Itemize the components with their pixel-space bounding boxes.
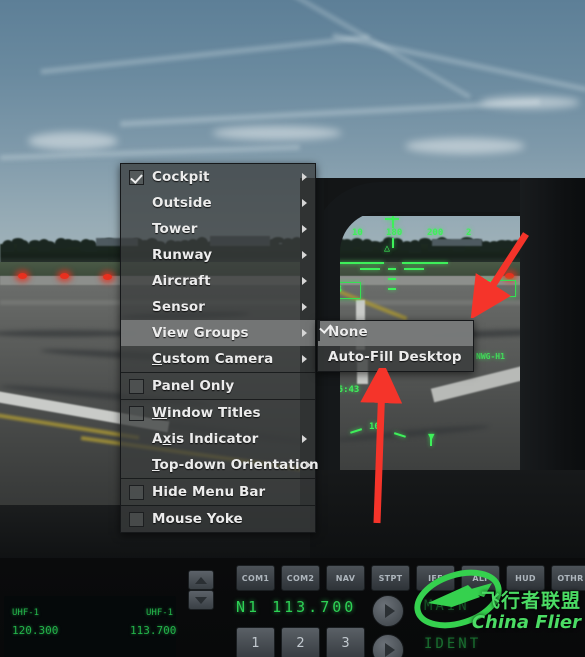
keypad-button-2[interactable]: 2 — [281, 627, 320, 657]
view-groups-submenu[interactable]: None Auto-Fill Desktop — [317, 320, 474, 372]
panel-button-com2[interactable]: COM2 — [281, 565, 320, 591]
menu-item-label: Sensor — [152, 299, 205, 315]
menu-item-label: Hide Menu Bar — [152, 484, 265, 500]
checkbox-icon[interactable] — [129, 379, 144, 394]
runway-light — [103, 274, 112, 280]
submenu-item-none[interactable]: None — [318, 321, 473, 346]
menu-item-aircraft[interactable]: Aircraft — [121, 268, 315, 294]
submenu-chevron-icon — [302, 173, 307, 181]
keypad-button-1[interactable]: 1 — [236, 627, 275, 657]
submenu-item-auto-fill-desktop[interactable]: Auto-Fill Desktop — [318, 346, 473, 371]
menu-item-label: Panel Only — [152, 378, 234, 394]
submenu-item-label: None — [328, 324, 368, 340]
submenu-chevron-icon — [302, 277, 307, 285]
menu-item-mouse-yoke[interactable]: Mouse Yoke — [121, 506, 315, 532]
flight-sim-screenshot: 10 180 200 2 △ 38 48 11:26:43 10 NWG-H1 … — [0, 0, 585, 657]
menu-item-sensor[interactable]: Sensor — [121, 294, 315, 320]
glareshield — [300, 470, 585, 560]
watermark-chinese-text: 飞行者联盟 — [481, 586, 581, 613]
runway-light — [60, 273, 69, 279]
panel-button-com1[interactable]: COM1 — [236, 565, 275, 591]
scroll-up-button[interactable] — [188, 570, 214, 590]
submenu-chevron-icon — [302, 329, 307, 337]
menu-item-label: Mouse Yoke — [152, 511, 243, 527]
right-radio-label: UHF-1 — [146, 608, 173, 618]
right-radio-frequency: 113.700 — [130, 624, 176, 637]
submenu-chevron-icon — [302, 435, 307, 443]
radio-main-display: N1 113.700 — [236, 598, 356, 616]
menu-item-label: Aircraft — [152, 273, 211, 289]
left-radio-frequency: 120.300 — [12, 624, 58, 637]
menu-item-label: Runway — [152, 247, 212, 263]
checkbox-icon[interactable] — [129, 170, 144, 185]
menu-item-label: Window Titles — [152, 405, 261, 421]
left-radio-label: UHF-1 — [12, 608, 39, 618]
menu-item-custom-camera[interactable]: Custom Camera — [121, 346, 315, 372]
checkbox-icon[interactable] — [129, 485, 144, 500]
menu-item-axis-indicator[interactable]: Axis Indicator — [121, 426, 315, 452]
menu-item-label: Tower — [152, 221, 197, 237]
menu-item-label: View Groups — [152, 325, 249, 341]
menu-item-label: Custom Camera — [152, 351, 273, 367]
menu-item-window-titles[interactable]: Window Titles — [121, 400, 315, 426]
submenu-chevron-icon — [306, 461, 311, 469]
submenu-item-label: Auto-Fill Desktop — [328, 349, 462, 365]
submenu-chevron-icon — [302, 199, 307, 207]
panel-button-nav[interactable]: NAV — [326, 565, 365, 591]
menu-item-view-groups[interactable]: View Groups — [121, 320, 315, 346]
checkbox-icon[interactable] — [318, 320, 320, 341]
menu-item-label: Cockpit — [152, 169, 210, 185]
menu-item-hide-menu-bar[interactable]: Hide Menu Bar — [121, 479, 315, 505]
menu-item-outside[interactable]: Outside — [121, 190, 315, 216]
menu-item-top-down-orientation[interactable]: Top-down Orientation — [121, 452, 315, 478]
menu-item-tower[interactable]: Tower — [121, 216, 315, 242]
checkbox-icon[interactable] — [129, 406, 144, 421]
tree — [43, 241, 55, 248]
menu-item-cockpit[interactable]: Cockpit — [121, 164, 315, 190]
menu-item-panel-only[interactable]: Panel Only — [121, 373, 315, 399]
submenu-chevron-icon — [302, 355, 307, 363]
enter-button-upper[interactable] — [372, 595, 404, 627]
menu-item-label: Axis Indicator — [152, 431, 258, 447]
runway-light — [18, 273, 27, 279]
submenu-chevron-icon — [302, 303, 307, 311]
submenu-chevron-icon — [302, 251, 307, 259]
menu-item-runway[interactable]: Runway — [121, 242, 315, 268]
keypad-button-3[interactable]: 3 — [326, 627, 365, 657]
menu-item-label: Outside — [152, 195, 212, 211]
watermark-english-text: China Flier — [472, 612, 581, 633]
panel-button-stpt[interactable]: STPT — [371, 565, 410, 591]
view-menu[interactable]: Cockpit Outside Tower Runway Aircraft Sensor V… — [120, 163, 316, 533]
submenu-chevron-icon — [302, 225, 307, 233]
checkbox-icon[interactable] — [129, 512, 144, 527]
radio-sub-display: IDENT — [424, 636, 481, 652]
menu-item-label: Top-down Orientation — [152, 457, 319, 473]
tree — [17, 240, 29, 251]
scroll-down-button[interactable] — [188, 590, 214, 610]
